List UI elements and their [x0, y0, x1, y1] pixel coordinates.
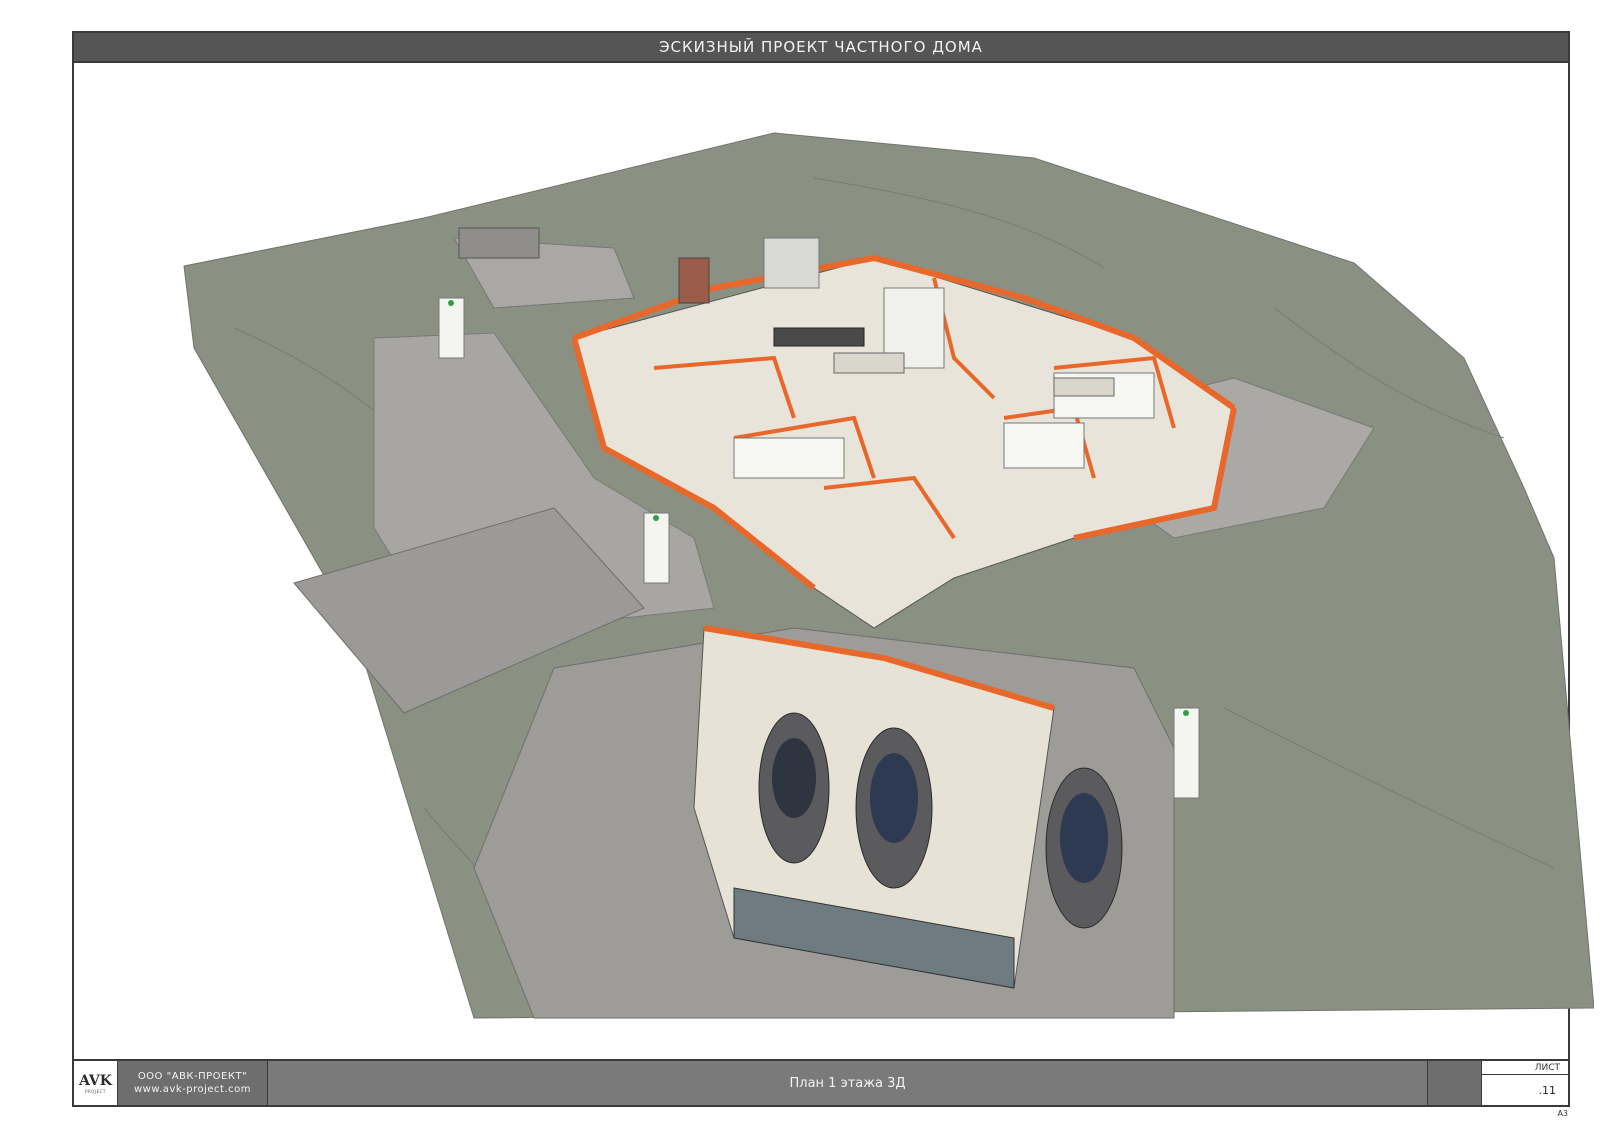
green-marker [653, 515, 659, 521]
company-name: ООО "АВК-ПРОЕКТ" [137, 1071, 248, 1082]
car [1045, 767, 1123, 929]
sheet-number: .11 [1538, 1083, 1557, 1097]
chimney [678, 257, 710, 304]
fire-pit [458, 227, 540, 259]
sheet-number-cell: ЛИСТ .11 [1482, 1061, 1568, 1105]
company-website: www.avk-project.com [134, 1084, 251, 1095]
car [758, 712, 830, 864]
green-marker [1183, 710, 1189, 716]
sofa [1053, 377, 1115, 397]
car [855, 727, 933, 889]
sheet-title: ЭСКИЗНЫЙ ПРОЕКТ ЧАСТНОГО ДОМА [659, 38, 983, 56]
sheet-name: План 1 этажа 3Д [268, 1061, 1428, 1105]
green-marker [448, 300, 454, 306]
wall-stub [1173, 707, 1200, 799]
sofa [833, 352, 905, 374]
wall-face [733, 437, 845, 479]
house-3d-plan-illustration [183, 132, 1594, 1019]
wall-stub [643, 512, 670, 584]
wall-face [1003, 422, 1085, 469]
sheet-label: ЛИСТ [1482, 1061, 1568, 1075]
vent-pipes [763, 237, 820, 289]
title-block-empty-cell [1428, 1061, 1482, 1105]
sheet-title-bar: ЭСКИЗНЫЙ ПРОЕКТ ЧАСТНОГО ДОМА [74, 33, 1568, 63]
company-info: ООО "АВК-ПРОЕКТ" www.avk-project.com [118, 1061, 268, 1105]
company-logo: AVK PROJECT [74, 1061, 118, 1105]
sheet-frame: ЭСКИЗНЫЙ ПРОЕКТ ЧАСТНОГО ДОМА AVK PROJEC… [72, 31, 1594, 1107]
logo-subtext: PROJECT [85, 1088, 106, 1094]
logo-mark: AVK [79, 1072, 112, 1089]
title-block: AVK PROJECT ООО "АВК-ПРОЕКТ" www.avk-pro… [74, 1059, 1568, 1105]
dining-table [773, 327, 865, 347]
paper-format: А3 [1557, 1109, 1568, 1118]
wall-stub [438, 297, 465, 359]
